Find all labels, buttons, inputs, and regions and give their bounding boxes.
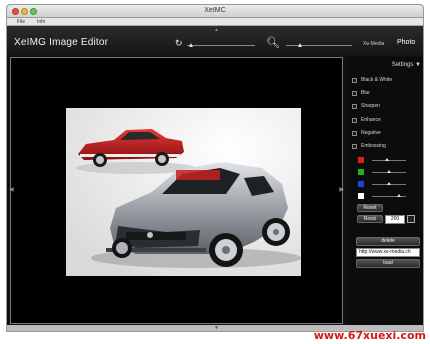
green-slider[interactable] bbox=[372, 170, 406, 173]
zoom-slider-knob[interactable] bbox=[298, 43, 302, 47]
red-swatch[interactable] bbox=[358, 157, 364, 163]
color-row-green bbox=[358, 168, 418, 176]
white-slider-knob[interactable] bbox=[397, 194, 401, 197]
checkbox[interactable] bbox=[352, 131, 357, 136]
toolbar: ▲ XeIMG Image Editor ↻ 🔍︎ Xe-Media Photo bbox=[7, 26, 423, 56]
white-slider[interactable] bbox=[372, 194, 406, 197]
option-label: Sharpen bbox=[361, 103, 380, 109]
aspect-toggle[interactable] bbox=[407, 215, 415, 223]
settings-label: Settings bbox=[391, 62, 414, 68]
url-input[interactable]: http://www.xe-media.ch bbox=[356, 248, 420, 257]
app-window: XeIMC File Info ▲ XeIMG Image Editor ↻ 🔍… bbox=[6, 4, 424, 332]
right-arrow-icon[interactable]: ▶ bbox=[339, 186, 344, 193]
color-row-white bbox=[358, 192, 418, 200]
photo-menu[interactable]: Photo bbox=[397, 39, 415, 46]
green-swatch[interactable] bbox=[358, 169, 364, 175]
red-slider-knob[interactable] bbox=[385, 158, 389, 161]
resize-input[interactable]: 200 bbox=[385, 215, 405, 224]
checkbox[interactable] bbox=[352, 118, 357, 123]
blue-swatch[interactable] bbox=[358, 181, 364, 187]
left-arrow-icon[interactable]: ◀ bbox=[9, 186, 14, 193]
rotate-slider-knob[interactable] bbox=[189, 43, 193, 47]
xe-media-link[interactable]: Xe-Media bbox=[363, 41, 384, 47]
watermark-text: www.67xuexi.com bbox=[313, 329, 426, 342]
zoom-slider[interactable] bbox=[286, 43, 352, 47]
color-row-blue bbox=[358, 180, 418, 188]
rotate-icon[interactable]: ↻ bbox=[175, 38, 183, 49]
collapse-top-arrow-icon[interactable]: ▲ bbox=[214, 27, 219, 33]
menu-info[interactable]: Info bbox=[37, 18, 45, 26]
rotate-slider[interactable] bbox=[187, 43, 255, 47]
title-bar: XeIMC bbox=[7, 5, 423, 18]
car-photo bbox=[66, 108, 301, 276]
color-row-red bbox=[358, 156, 418, 164]
resize-button[interactable]: Resiz bbox=[357, 215, 383, 223]
blue-slider-knob[interactable] bbox=[387, 182, 391, 185]
magnifier-icon[interactable]: 🔍︎ bbox=[266, 36, 280, 49]
option-label: Blur bbox=[361, 90, 370, 96]
image-canvas[interactable]: ◀ ▶ bbox=[9, 57, 344, 324]
checkbox[interactable] bbox=[352, 104, 357, 109]
window-title: XeIMC bbox=[204, 7, 226, 14]
option-label: Enhance bbox=[361, 117, 381, 123]
triangle-down-icon: ▼ bbox=[415, 62, 421, 68]
settings-header[interactable]: Settings ▼ bbox=[392, 62, 421, 68]
option-label: Black & White bbox=[361, 77, 393, 83]
menu-file[interactable]: File bbox=[17, 18, 25, 26]
option-label: Embossing bbox=[361, 143, 386, 149]
reset-button[interactable]: Reset bbox=[357, 204, 383, 212]
white-swatch[interactable] bbox=[358, 193, 364, 199]
blue-slider[interactable] bbox=[372, 182, 406, 185]
delete-button[interactable]: delete bbox=[356, 237, 420, 246]
checkbox[interactable] bbox=[352, 91, 357, 96]
red-slider[interactable] bbox=[372, 158, 406, 161]
collapse-bottom-arrow-icon[interactable]: ▼ bbox=[214, 325, 219, 331]
checkbox[interactable] bbox=[352, 144, 357, 149]
green-slider-knob[interactable] bbox=[387, 170, 391, 173]
checkbox[interactable] bbox=[352, 78, 357, 83]
menu-bar: File Info bbox=[7, 18, 423, 26]
option-label: Negative bbox=[361, 130, 381, 136]
app-title: XeIMG Image Editor bbox=[14, 37, 109, 48]
settings-panel: Settings ▼ Black & White Blur Sharpen En… bbox=[349, 57, 423, 325]
load-button[interactable]: load bbox=[356, 259, 420, 268]
